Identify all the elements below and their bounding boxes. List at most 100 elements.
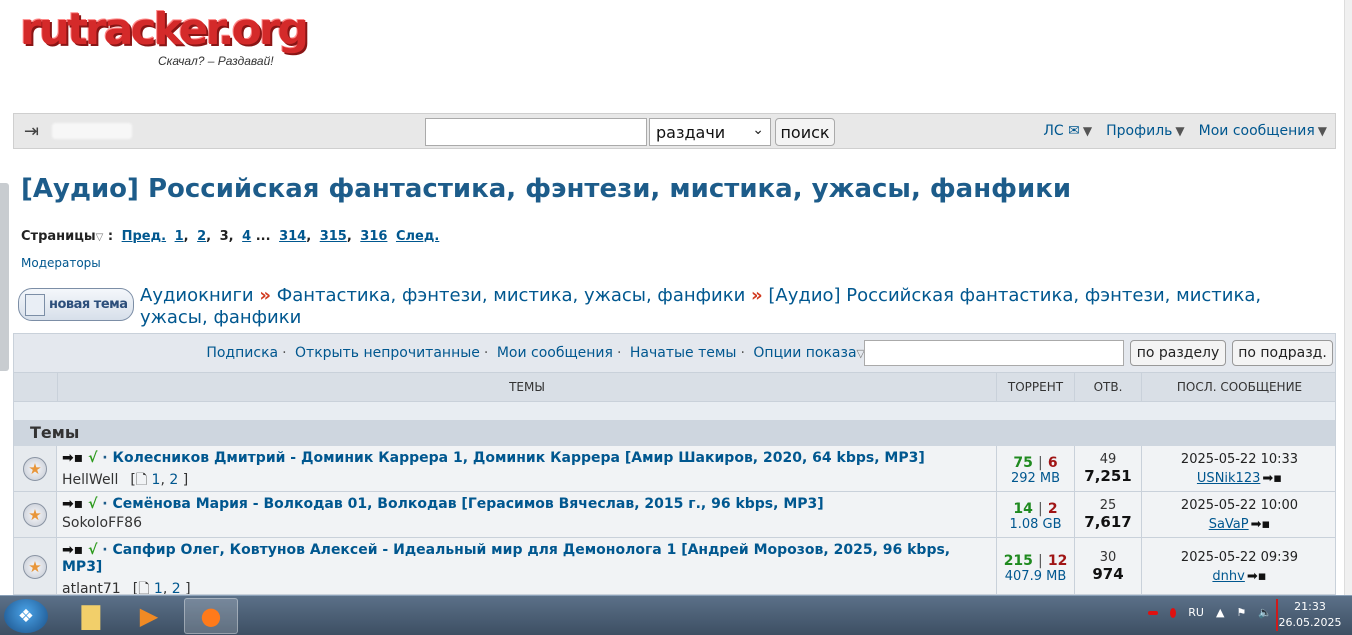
topic-page-link[interactable]: 2 bbox=[172, 581, 181, 594]
page-scrollbar[interactable] bbox=[1344, 0, 1352, 595]
table-tools-links: Подписка · Открыть непрочитанные · Мои соо… bbox=[206, 345, 865, 361]
topic-author[interactable]: atlant71 bbox=[62, 581, 121, 594]
page-link-2[interactable]: 2 bbox=[197, 229, 206, 244]
red-mark-icon bbox=[1170, 607, 1177, 618]
language-indicator[interactable]: RU bbox=[1188, 606, 1204, 619]
last-post-user[interactable]: USNik123 bbox=[1197, 471, 1260, 486]
search-button[interactable]: поиск bbox=[775, 118, 835, 146]
section-heading: Темы bbox=[14, 420, 1335, 446]
header-topics: ТЕМЫ bbox=[57, 373, 996, 401]
star-icon[interactable]: ★ bbox=[23, 554, 47, 579]
page-link-1[interactable]: 1 bbox=[175, 229, 184, 244]
leechers-count: 6 bbox=[1047, 455, 1058, 471]
breadcrumb-fantasy[interactable]: Фантастика, фэнтези, мистика, ужасы, фан… bbox=[277, 285, 746, 306]
pagination: Страницы▽ : Пред. 1, 2, 3, 4 ... 314, 31… bbox=[21, 229, 440, 244]
header-torrent: ТОРРЕНТ bbox=[996, 373, 1074, 401]
profile-link[interactable]: Профиль ▼ bbox=[1106, 123, 1184, 139]
last-post-date: 2025-05-22 10:00 bbox=[1180, 498, 1299, 513]
new-topic-button[interactable]: новая тема bbox=[18, 288, 134, 321]
search-subsection-button[interactable]: по подразд. bbox=[1232, 340, 1333, 366]
topic-title-link[interactable]: Семёнова Мария - Волкодав 01, Волкодав [… bbox=[113, 496, 824, 512]
table-header: ТЕМЫ ТОРРЕНТ ОТВ. ПОСЛ. СООБЩЕНИЕ bbox=[14, 372, 1335, 402]
tray-expand-icon[interactable]: ▲ bbox=[1216, 606, 1224, 619]
downloads-count: 974 bbox=[1092, 565, 1124, 583]
volume-icon[interactable]: 🔈 bbox=[1258, 606, 1272, 619]
topic-author[interactable]: HellWell bbox=[62, 472, 118, 488]
goto-last-post-icon[interactable]: ➡▪ bbox=[1262, 471, 1282, 486]
new-topic-label: новая тема bbox=[49, 297, 128, 312]
topic-cell: ➡▪ √ · Семёнова Мария - Волкодав 01, Вол… bbox=[62, 496, 824, 531]
search-input[interactable] bbox=[425, 118, 647, 146]
site-logo[interactable]: rutracker.org Скачал? – Раздавай! bbox=[20, 4, 340, 74]
side-panel-handle[interactable] bbox=[0, 183, 9, 371]
page-current: 3 bbox=[219, 229, 229, 244]
taskbar-firefox[interactable]: ● bbox=[184, 598, 238, 634]
table-row: ★ ➡▪ √ · Семёнова Мария - Волкодав 01, В… bbox=[14, 492, 1335, 538]
subscribe-link[interactable]: Подписка bbox=[206, 345, 278, 361]
torrent-cell: 14 | 2 1.08 GB bbox=[996, 492, 1074, 537]
page-link-315[interactable]: 315 bbox=[320, 229, 347, 244]
start-button[interactable]: ❖ bbox=[4, 599, 48, 633]
topic-title-link[interactable]: Колесников Дмитрий - Доминик Каррера 1, … bbox=[113, 450, 925, 466]
red-mark-icon bbox=[1148, 610, 1159, 615]
page-link-4[interactable]: 4 bbox=[242, 229, 251, 244]
media-player-icon: ▶ bbox=[139, 602, 159, 630]
replies-count: 49 bbox=[1099, 452, 1117, 467]
search-scope-select[interactable]: раздачи ⌄ bbox=[649, 118, 771, 146]
search-section-button[interactable]: по разделу bbox=[1130, 340, 1226, 366]
goto-last-post-icon[interactable]: ➡▪ bbox=[1247, 569, 1267, 584]
display-options-link[interactable]: Опции показа bbox=[753, 345, 856, 361]
last-post-user[interactable]: dnhv bbox=[1212, 569, 1244, 584]
page-prev-link[interactable]: Пред. bbox=[122, 229, 166, 244]
topic-page-link[interactable]: 1 bbox=[152, 472, 161, 488]
taskbar-clock[interactable]: 21:33 26.05.2025 bbox=[1276, 599, 1342, 631]
triangle-down-icon: ▼ bbox=[1082, 124, 1093, 138]
topic-filter-input[interactable] bbox=[864, 340, 1124, 366]
breadcrumb-separator: » bbox=[751, 285, 763, 306]
started-topics-link[interactable]: Начатые темы bbox=[630, 345, 737, 361]
breadcrumb-audiobooks[interactable]: Аудиокниги bbox=[140, 285, 254, 306]
table-row: ★ ➡▪ √ · Сапфир Олег, Ковтунов Алексей -… bbox=[14, 538, 1335, 595]
download-icon: ➡▪ bbox=[62, 542, 84, 558]
topic-title-link[interactable]: Сапфир Олег, Ковтунов Алексей - Идеальны… bbox=[62, 542, 950, 575]
torrent-size[interactable]: 292 MB bbox=[997, 471, 1074, 486]
page-next-link[interactable]: След. bbox=[396, 229, 439, 244]
document-icon bbox=[25, 293, 45, 316]
star-icon[interactable]: ★ bbox=[23, 502, 47, 527]
topic-page-link[interactable]: 2 bbox=[169, 472, 178, 488]
open-unread-link[interactable]: Открыть непрочитанные bbox=[295, 345, 480, 361]
flag-icon[interactable]: ⚑ bbox=[1236, 606, 1246, 619]
taskbar-explorer[interactable]: ▇ bbox=[64, 598, 118, 634]
last-post-user[interactable]: SaVaP bbox=[1209, 517, 1249, 532]
taskbar-media-player[interactable]: ▶ bbox=[122, 598, 176, 634]
replies-cell: 25 7,617 bbox=[1074, 492, 1141, 537]
torrent-size[interactable]: 1.08 GB bbox=[997, 517, 1074, 532]
topic-status-cell: ★ bbox=[14, 538, 57, 594]
topic-cell: ➡▪ √ · Колесников Дмитрий - Доминик Карр… bbox=[62, 450, 925, 488]
goto-last-post-icon[interactable]: ➡▪ bbox=[1251, 517, 1271, 532]
firefox-icon: ● bbox=[200, 602, 222, 630]
windows-logo-icon: ❖ bbox=[17, 605, 35, 627]
my-posts-link[interactable]: Мои сообщения ▼ bbox=[1199, 123, 1327, 139]
my-posts-link[interactable]: Мои сообщения bbox=[497, 345, 613, 361]
replies-cell: 49 7,251 bbox=[1074, 446, 1141, 491]
page-title[interactable]: [Аудио] Российская фантастика, фэнтези, … bbox=[21, 174, 1071, 204]
page-icon: 🗋 bbox=[138, 581, 150, 595]
topic-status-cell: ★ bbox=[14, 492, 57, 537]
username-blurred bbox=[52, 123, 132, 139]
star-icon[interactable]: ★ bbox=[23, 456, 47, 481]
header-last-post: ПОСЛ. СООБЩЕНИЕ bbox=[1141, 373, 1335, 401]
topic-page-link[interactable]: 1 bbox=[154, 581, 163, 594]
folder-icon: ▇ bbox=[81, 602, 101, 630]
chevron-down-icon: ▽ bbox=[95, 232, 104, 243]
topic-author[interactable]: SokoloFF86 bbox=[62, 515, 142, 531]
page-link-314[interactable]: 314 bbox=[279, 229, 306, 244]
page-link-316[interactable]: 316 bbox=[360, 229, 387, 244]
checked-icon: √ bbox=[88, 496, 98, 512]
topic-cell: ➡▪ √ · Сапфир Олег, Ковтунов Алексей - И… bbox=[62, 542, 951, 595]
login-icon[interactable]: ⇥ bbox=[24, 121, 44, 142]
torrent-size[interactable]: 407.9 MB bbox=[997, 569, 1074, 584]
pages-label[interactable]: Страницы bbox=[21, 229, 96, 244]
moderators-link[interactable]: Модераторы bbox=[21, 256, 101, 270]
pm-link[interactable]: ЛС ✉ ▼ bbox=[1043, 123, 1092, 139]
